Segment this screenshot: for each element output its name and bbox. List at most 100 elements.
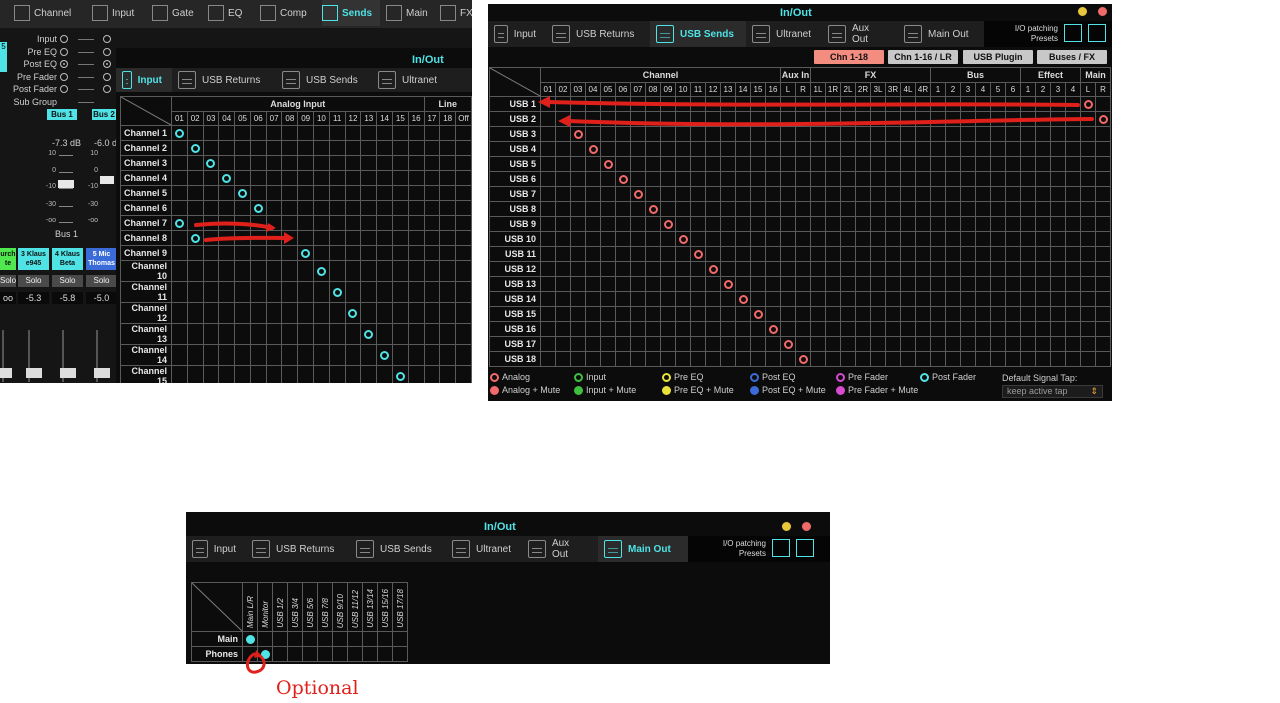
tap-radio-pre-eq[interactable] [60,47,68,56]
main-out-icon [604,540,622,558]
tap-label-pre-eq: Pre EQ [27,46,57,57]
column-header: USB 11/12 [347,582,363,632]
bus2-fader[interactable] [100,176,114,184]
legend-item-pre-fader-mute: Pre Fader + Mute [836,385,918,395]
mixer-tab-eq[interactable]: EQ [208,0,242,26]
strip-level: -5.3 [18,292,49,304]
routing-cell[interactable] [287,631,303,647]
strip-name[interactable]: 5 Mic Thomas [86,248,117,270]
scale-tick-line [59,222,73,223]
bus1-fader[interactable] [58,180,74,188]
routing-cell[interactable] [257,631,273,647]
tap-line [78,51,94,53]
routing-cell[interactable] [392,646,408,662]
bus2-button[interactable]: Bus 2 [92,109,116,120]
scale-tick-line [59,172,73,173]
open-preset-icon[interactable] [796,539,814,557]
fader-cap[interactable] [94,368,110,378]
routing-cell[interactable] [332,646,348,662]
tap-radio-input[interactable] [60,35,68,43]
column-header-label: USB 3/4 [291,598,300,628]
routing-cell[interactable] [392,631,408,647]
default-tap-select[interactable]: keep active tap ⇕ [1002,385,1103,398]
scale-tick-line [59,155,73,156]
routing-cell[interactable] [317,631,333,647]
tab-input[interactable]: Input [186,536,246,562]
column-header: USB 15/16 [377,582,393,632]
column-header-label: USB 1/2 [276,598,285,628]
solo-button[interactable]: Solo [52,275,83,287]
routing-cell[interactable] [347,631,363,647]
presets-area: I/O patching Presets [688,536,830,562]
route-dot [245,634,255,644]
fader-cap[interactable] [60,368,76,378]
column-header: Main L/R [242,582,258,632]
legend-item-post-eq: Post EQ [750,372,796,382]
mixer-tab-fx[interactable]: FX [440,0,472,26]
routing-cell[interactable] [302,646,318,662]
routing-cell[interactable] [377,631,393,647]
mixer-tab-sends[interactable]: Sends [322,0,381,26]
tab-label: Ultranet [476,543,512,555]
routing-cell[interactable] [377,646,393,662]
routing-cell[interactable] [347,646,363,662]
strip-name[interactable]: 4 Klaus Beta [52,248,83,270]
mixer-tab-label: Sends [342,7,373,19]
mixer-tab-main[interactable]: Main [386,0,428,26]
strip-name[interactable]: urch te [0,248,16,270]
fader-cap[interactable] [26,368,42,378]
column-header-label: USB 9/10 [336,593,345,628]
legend-item-pre-fader: Pre Fader [836,372,888,382]
tap-radio-bus2-pre-fader[interactable] [103,72,111,81]
close-icon[interactable] [801,521,812,532]
column-header-row: Main L/R Monitor USB 1/2 USB 3/4 USB 5/6 USB … [191,582,408,632]
tab-aux-out[interactable]: Aux Out [522,536,598,562]
routing-cell[interactable] [317,646,333,662]
scale-tick: -10 [45,183,56,190]
minimize-icon[interactable] [781,521,792,532]
routing-cell[interactable] [287,646,303,662]
legend-label: Analog [502,372,531,382]
tap-line [78,64,94,65]
legend-swatch [662,372,671,382]
tab-usb-sends[interactable]: USB Sends [350,536,446,562]
column-header-label: USB 13/14 [366,589,375,628]
strip-name[interactable]: 3 Klaus e945 [18,248,49,270]
mixer-tab-comp[interactable]: Comp [260,0,307,26]
mixer-tab-input[interactable]: Input [92,0,134,26]
solo-button[interactable]: Solo [18,275,49,287]
input-icon [192,540,208,558]
save-preset-icon[interactable] [772,539,790,557]
mixer-tab-channel[interactable]: Channel [14,0,71,26]
fader-cap[interactable] [0,368,12,378]
solo-button[interactable]: Solo [0,275,16,287]
bus1-button[interactable]: Bus 1 [47,109,77,120]
tap-radio-bus2-input[interactable] [103,35,111,43]
inout-window-usb-sends: In/Out Input USB Returns USB Sends Ultranet… [488,4,1112,401]
tap-radio-post-fader[interactable] [60,85,68,93]
tab-ultranet[interactable]: Ultranet [446,536,522,562]
legend-label: Pre Fader [848,372,889,382]
routing-cell[interactable] [272,631,288,647]
tap-radio-bus2-post-eq[interactable] [103,60,111,68]
tap-radio-post-eq[interactable] [60,60,68,68]
routing-cell[interactable] [242,631,258,647]
routing-cell[interactable] [332,631,348,647]
routing-cell[interactable] [362,646,378,662]
tap-label-pre-fader: Pre Fader [16,71,57,82]
routing-cell[interactable] [362,631,378,647]
column-header-label: USB 5/6 [306,598,315,628]
routing-cell[interactable] [302,631,318,647]
tap-radio-bus2-pre-eq[interactable] [103,47,111,56]
mixer-tab-gate[interactable]: Gate [152,0,194,26]
mixer-tab-label: FX [460,7,472,19]
legend-item-pre-eq-mute: Pre EQ + Mute [662,385,734,395]
tab-usb-returns[interactable]: USB Returns [246,536,350,562]
usb-sends-icon [356,540,374,558]
solo-button[interactable]: Solo [86,275,117,287]
column-header-label: USB 11/12 [351,589,360,628]
tap-radio-pre-fader[interactable] [60,72,68,81]
default-tap-value: keep active tap [1007,386,1068,396]
tab-main-out[interactable]: Main Out [598,536,688,562]
tap-radio-bus2-post-fader[interactable] [103,85,111,93]
